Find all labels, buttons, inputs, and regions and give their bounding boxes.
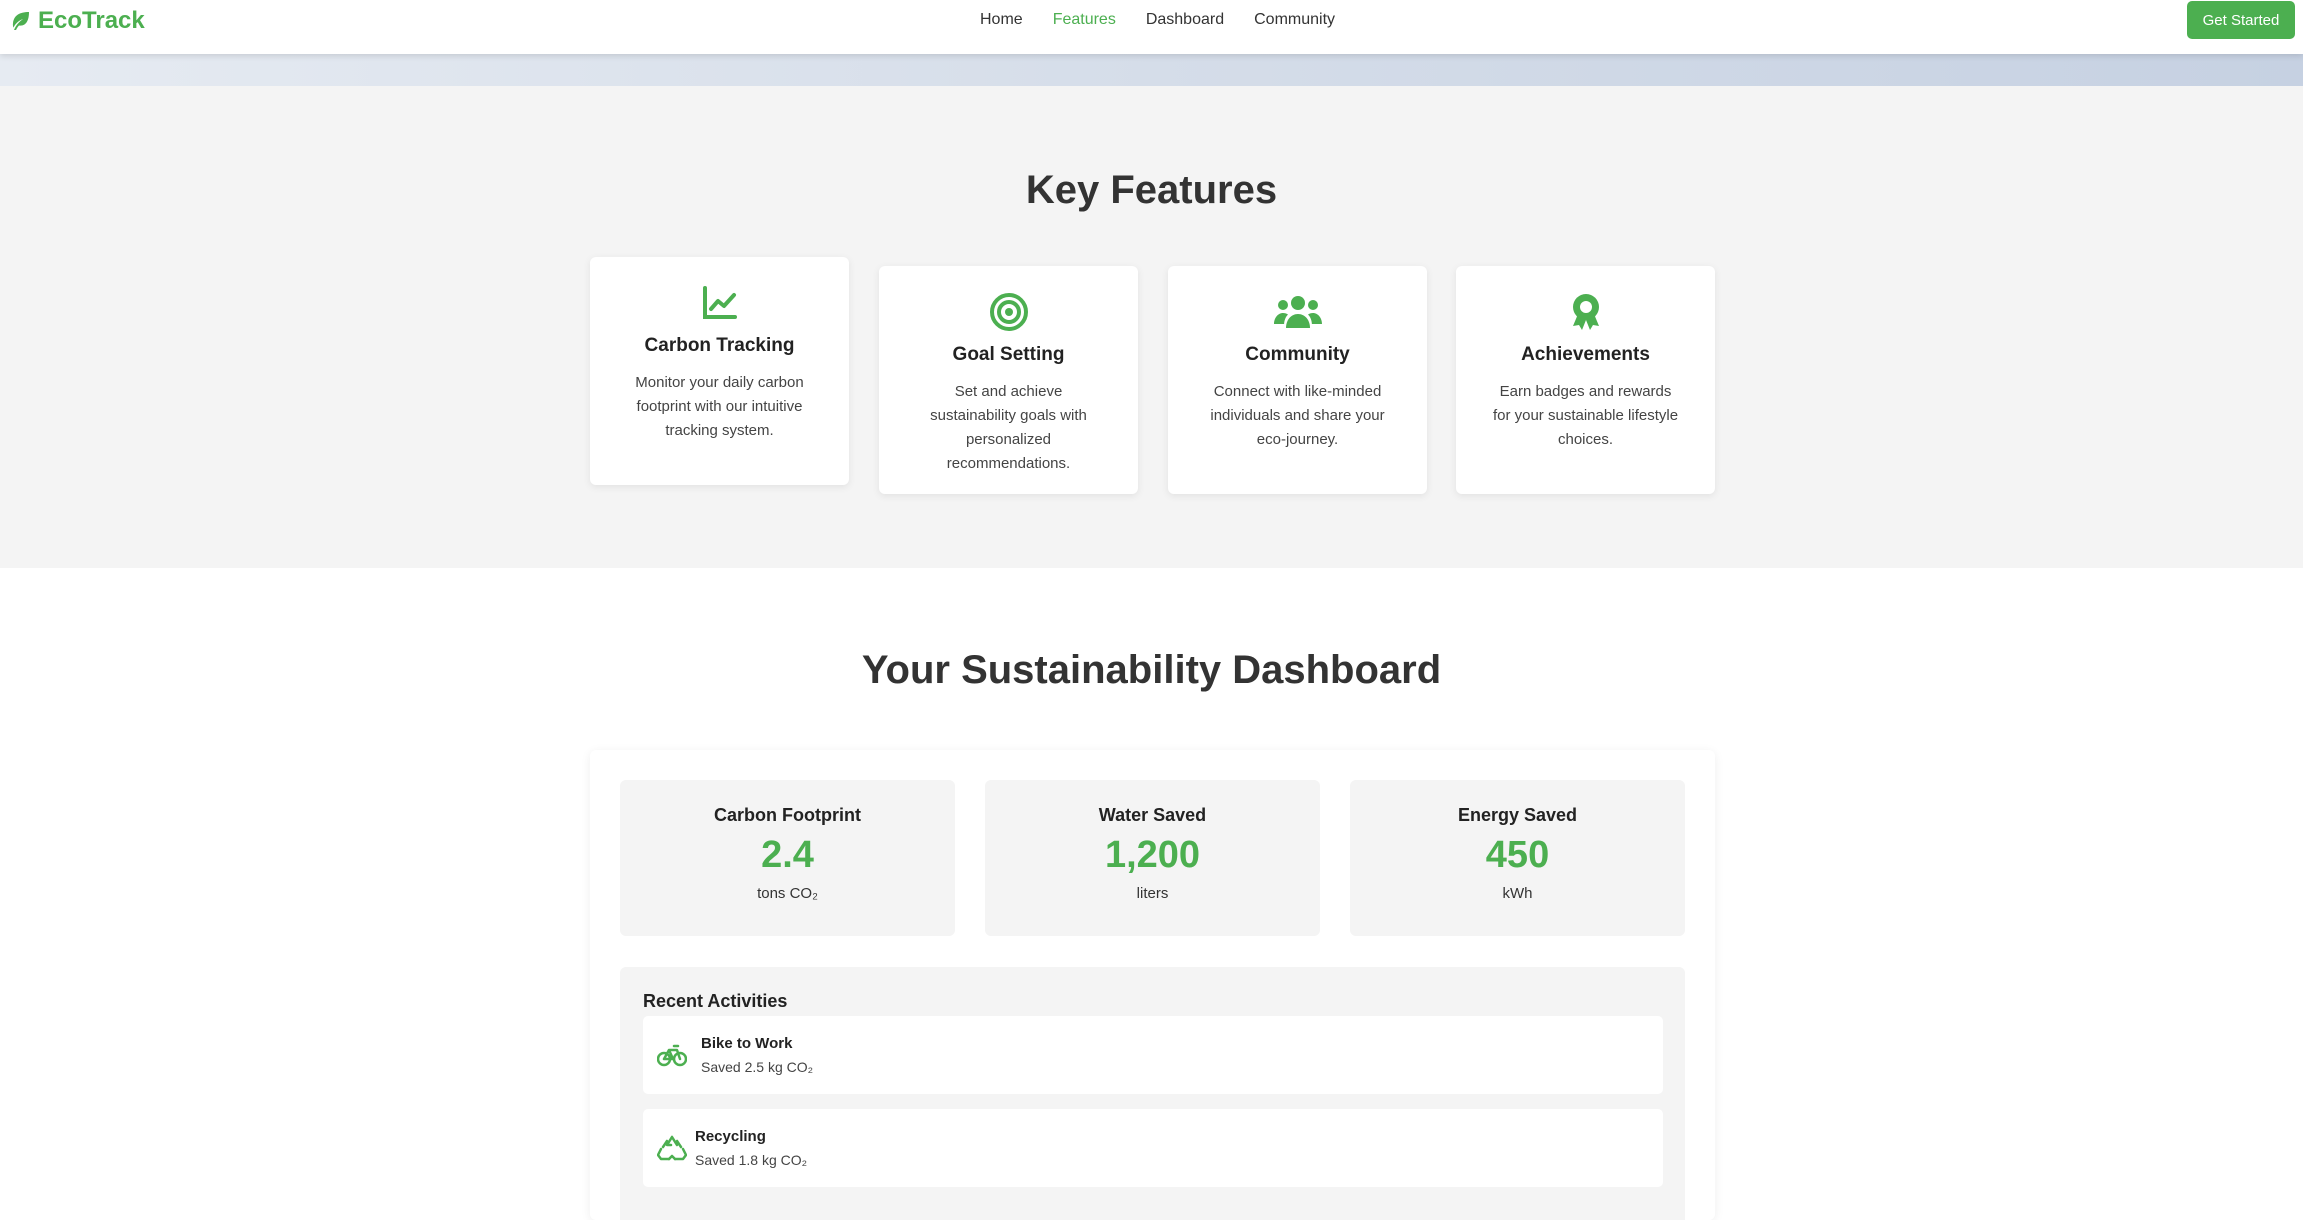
nav-link-features[interactable]: Features [1053,11,1116,29]
feature-card-carbon-tracking: Carbon Tracking Monitor your daily carbo… [590,257,849,485]
bicycle-icon [657,1044,687,1067]
stat-unit: liters [1136,885,1169,902]
recent-activities-title: Recent Activities [643,991,788,1011]
stat-unit: kWh [1502,885,1533,902]
target-icon [989,293,1028,331]
feature-title: Goal Setting [952,344,1065,365]
chart-line-icon [702,286,737,319]
stat-label: Energy Saved [1457,805,1578,825]
stat-label: Carbon Footprint [714,805,861,825]
nav-link-dashboard[interactable]: Dashboard [1146,11,1224,29]
stat-card-water-saved: Water Saved 1,200 liters [985,780,1320,936]
features-section: Key Features Carbon Tracking Monitor you… [0,86,2303,568]
feature-description: Earn badges and rewards for your sustain… [1492,383,1679,448]
recycle-icon [657,1135,687,1161]
activity-detail: Saved 1.8 kg CO₂ [695,1152,808,1168]
brand-name: EcoTrack [38,7,145,34]
nav-link-home[interactable]: Home [980,11,1023,29]
dashboard-panel: Carbon Footprint 2.4 tons CO₂ Water Save… [590,750,1715,1220]
feature-card-community: Community Connect with like-minded indiv… [1168,266,1427,494]
nav-link-community[interactable]: Community [1254,11,1335,29]
feature-card-achievements: Achievements Earn badges and rewards for… [1456,266,1715,494]
feature-description: Connect with like-minded individuals and… [1210,383,1385,448]
feature-card-goal-setting: Goal Setting Set and achieve sustainabil… [879,266,1138,494]
stat-card-carbon-footprint: Carbon Footprint 2.4 tons CO₂ [620,780,955,936]
leaf-icon [12,12,29,30]
hero-banner [0,54,2303,86]
users-icon [1273,296,1322,328]
award-icon [1572,294,1599,330]
activity-item[interactable]: Bike to Work Saved 2.5 kg CO₂ [643,1016,1663,1094]
feature-title: Community [1245,344,1350,365]
feature-title: Achievements [1521,344,1650,365]
stat-label: Water Saved [1098,805,1207,825]
feature-description: Set and achieve sustainability goals wit… [930,383,1087,472]
recent-activities-panel: Recent Activities Bike to Work Saved 2.5… [620,967,1685,1220]
get-started-button[interactable]: Get Started [2187,1,2295,39]
stat-unit: tons CO₂ [757,885,818,902]
activity-detail: Saved 2.5 kg CO₂ [701,1059,814,1075]
top-navbar: EcoTrack Home Features Dashboard Communi… [0,0,2303,54]
stat-value: 2.4 [761,834,814,876]
nav-links: Home Features Dashboard Community [980,8,1335,32]
activity-name: Bike to Work [701,1035,793,1052]
features-title: Key Features [1025,168,1278,212]
activity-item[interactable]: Recycling Saved 1.8 kg CO₂ [643,1109,1663,1187]
activity-name: Recycling [695,1128,766,1145]
stat-card-energy-saved: Energy Saved 450 kWh [1350,780,1685,936]
dashboard-title: Your Sustainability Dashboard [861,648,1442,692]
feature-description: Monitor your daily carbon footprint with… [635,374,804,439]
stat-value: 450 [1485,834,1550,876]
feature-title: Carbon Tracking [644,335,795,356]
brand-logo[interactable]: EcoTrack [8,6,145,36]
stat-value: 1,200 [1104,834,1201,876]
